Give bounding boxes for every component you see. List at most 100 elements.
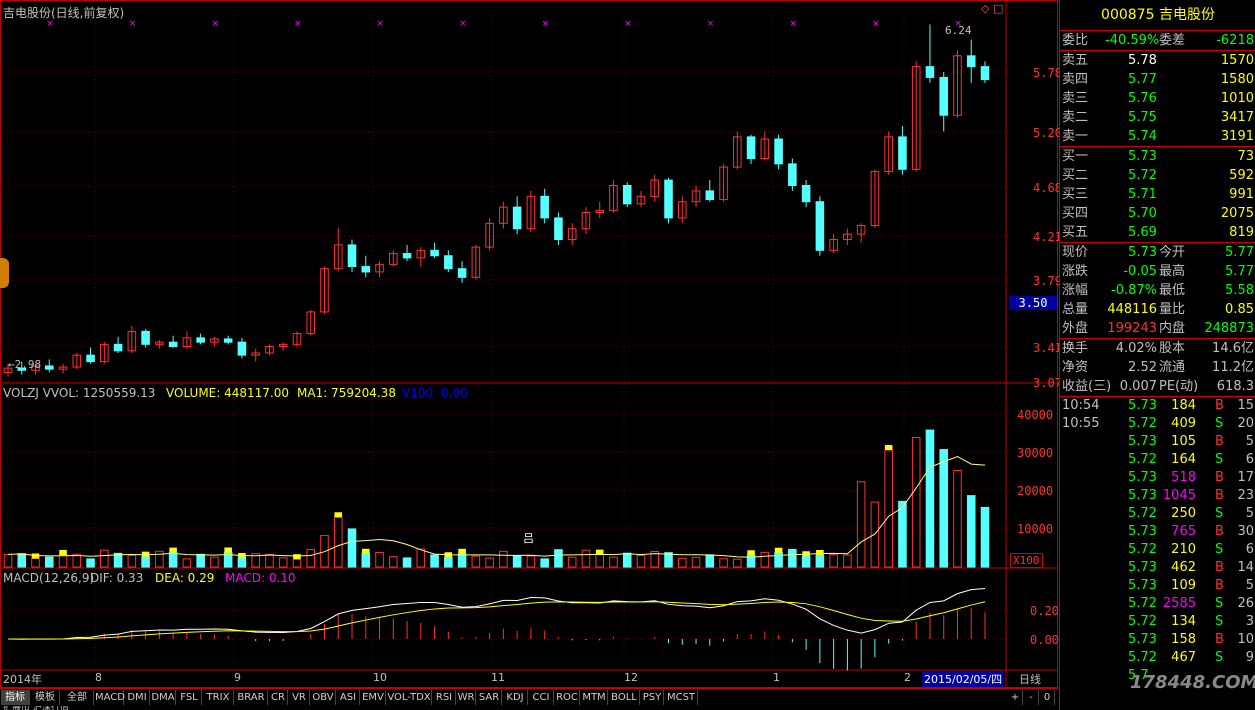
tab-sar[interactable]: SAR <box>477 690 502 705</box>
tab-roc[interactable]: ROC <box>555 690 580 705</box>
fund-list: 换手 4.02% 股本 14.6亿 净资 2.52 流通 11.2亿 收益(三) 0.007 PE(… <box>1060 339 1255 397</box>
bid-label: 买三 <box>1062 187 1089 202</box>
tick-count: 15 <box>1237 398 1254 413</box>
tick-count: 9 <box>1245 650 1254 665</box>
tick-volume: 518 <box>1171 470 1196 485</box>
tick-volume: 1045 <box>1162 488 1196 503</box>
tab-fsl[interactable]: FSL <box>177 690 202 705</box>
candle-body <box>113 343 123 352</box>
volume-bar <box>196 553 205 568</box>
tab-brar[interactable]: BRAR <box>235 690 268 705</box>
volume-bar <box>567 556 577 568</box>
tab-vr[interactable]: VR <box>289 690 310 705</box>
tab-psy[interactable]: PSY <box>641 690 664 705</box>
vol-ma1: MA1: 759204.38 <box>297 386 396 400</box>
tick-side: B <box>1215 470 1224 485</box>
volume-bar <box>100 549 109 568</box>
candle-body <box>361 266 371 273</box>
volume-bar <box>884 449 893 568</box>
tick-row: 10:54 5.73 184 B 15 <box>1060 397 1255 415</box>
tab-boll[interactable]: BOLL <box>609 690 640 705</box>
signal-mark: × <box>542 19 550 29</box>
timeline-label: 9 <box>234 671 241 684</box>
signal-mark: × <box>789 19 797 29</box>
tab-mtm[interactable]: MTM <box>581 690 608 705</box>
volume-bar <box>375 551 384 568</box>
volume-bar <box>760 551 770 568</box>
chart-area[interactable]: × × × × × × × × × × × × 吉电股份(日线,前复权) ◇ □ 6.24 ←2.98… <box>0 0 1062 688</box>
candle-body <box>457 268 467 278</box>
tick-count: 10 <box>1237 632 1254 647</box>
volume-bar <box>788 548 797 568</box>
bid-price: 5.69 <box>1128 225 1157 240</box>
ask-row: 卖五 5.78 1570 <box>1060 51 1255 70</box>
tab-obv[interactable]: OBV <box>311 690 336 705</box>
zoom-reset-button[interactable]: 0 <box>1040 690 1055 705</box>
watermark: 178448.COM <box>1130 672 1255 693</box>
volume-bar <box>389 556 398 568</box>
tick-volume: 462 <box>1171 560 1196 575</box>
ask-label: 卖一 <box>1062 129 1089 144</box>
tab-cci[interactable]: CCI <box>529 690 554 705</box>
collapse-handle[interactable] <box>0 258 9 288</box>
volume-bar <box>44 556 54 568</box>
tab-wr[interactable]: WR <box>457 690 476 705</box>
tab-指标[interactable]: 指标 <box>1 690 30 705</box>
volume-bar <box>402 557 412 568</box>
volume-bar <box>609 556 618 568</box>
timeline-label: 2014年 <box>3 673 42 686</box>
tab-全部[interactable]: 全部 <box>61 690 94 705</box>
signal-mark: × <box>294 19 302 29</box>
volume-bar <box>512 555 522 568</box>
fund-value: 11.2亿 <box>1212 360 1254 375</box>
signal-mark: × <box>624 19 632 29</box>
volume-bar <box>581 549 591 568</box>
tab-rsi[interactable]: RSI <box>433 690 456 705</box>
tab-dma[interactable]: DMA <box>151 690 176 705</box>
volume-cap <box>224 547 232 553</box>
weicha-label: 委差 <box>1159 33 1186 48</box>
candle-body <box>444 255 453 270</box>
volume-cap <box>884 445 893 451</box>
tab-模板[interactable]: 模板 <box>31 690 60 705</box>
bid-label: 买五 <box>1062 225 1089 240</box>
volume-bar <box>265 553 274 568</box>
tab-cr[interactable]: CR <box>269 690 288 705</box>
stat-label: 涨幅 <box>1062 283 1089 298</box>
stat-row: 外盘 199243 内盘 248873 <box>1060 319 1255 338</box>
square-icon[interactable]: □ <box>993 2 1003 15</box>
volume-bar <box>966 495 976 568</box>
fund-value: 4.02% <box>1115 341 1157 356</box>
tab-vol-tdx[interactable]: VOL-TDX <box>387 690 432 705</box>
tab-kdj[interactable]: KDJ <box>503 690 528 705</box>
fund-value: 14.6亿 <box>1212 341 1254 356</box>
ask-row: 卖四 5.77 1580 <box>1060 70 1255 89</box>
zoom-out-button[interactable]: - <box>1024 690 1039 705</box>
volume-bar <box>361 553 371 568</box>
tab-mcst[interactable]: MCST <box>665 690 698 705</box>
tick-row: 5.73 765 B 30 <box>1060 523 1255 541</box>
tick-volume: 164 <box>1171 452 1196 467</box>
tab-asi[interactable]: ASI <box>337 690 360 705</box>
tick-price: 5.73 <box>1128 524 1157 539</box>
tab-dmi[interactable]: DMI <box>125 690 150 705</box>
tick-list[interactable]: 10:54 5.73 184 B 15 10:55 5.72 409 S 20 5.73 105 B 5 5… <box>1060 397 1255 685</box>
tab-trix[interactable]: TRIX <box>203 690 234 705</box>
period-label[interactable]: 日线 <box>1019 671 1041 687</box>
tab-macd[interactable]: MACD <box>95 690 125 705</box>
bid-row: 买五 5.69 819 <box>1060 223 1255 242</box>
bid-label: 买一 <box>1062 149 1089 164</box>
bid-volume: 592 <box>1229 168 1254 183</box>
tab-emv[interactable]: EMV <box>361 690 386 705</box>
tick-time: 10:55 <box>1062 416 1100 431</box>
candle-body <box>430 249 439 257</box>
candle-body <box>554 217 563 241</box>
volume-cap <box>293 554 301 560</box>
zoom-in-button[interactable]: + <box>1008 690 1023 705</box>
stats-list: 现价 5.73 今开 5.77 涨跌 -0.05 最高 5.77 涨幅 -0.87% 最低 5.58 总… <box>1060 243 1255 339</box>
vol-axis-label: 40000 <box>1017 408 1054 422</box>
bid-volume: 991 <box>1229 187 1254 202</box>
diamond-icon[interactable]: ◇ <box>981 2 989 15</box>
candle-body <box>512 206 522 230</box>
tick-row: 5.72 250 S 5 <box>1060 505 1255 523</box>
